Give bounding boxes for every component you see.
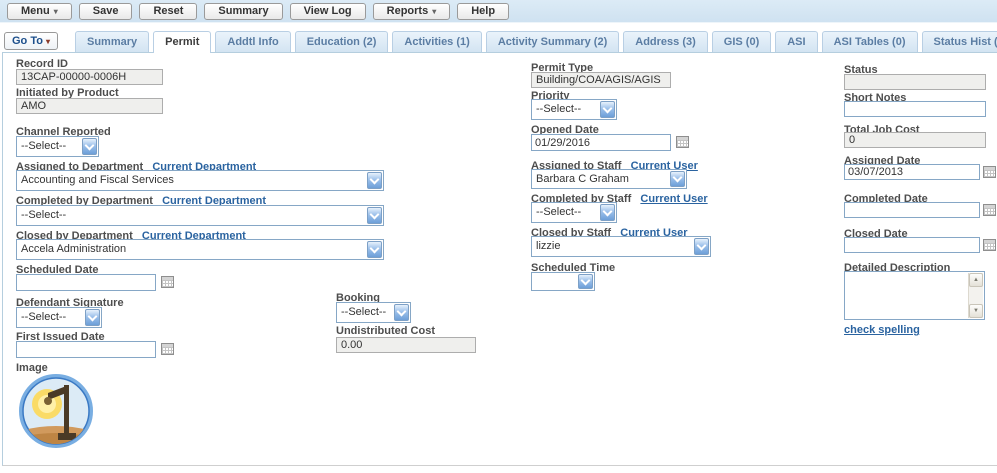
channel-reported-select[interactable]: --Select-- (16, 136, 99, 157)
chevron-down-icon: ▾ (46, 37, 50, 46)
completed-by-department-select[interactable]: --Select-- (16, 205, 384, 226)
closed-by-staff-select[interactable]: lizzie (531, 236, 711, 257)
permit-form-page: Menu ▾ Save Reset Summary View Log Repor… (0, 0, 997, 473)
short-notes-input[interactable] (844, 101, 986, 117)
tab-education[interactable]: Education (2) (295, 31, 389, 52)
calendar-icon[interactable] (983, 239, 996, 251)
booking-select[interactable]: --Select-- (336, 302, 411, 323)
tab-strip: Summary Permit Addtl Info Education (2) … (75, 31, 997, 53)
reports-button[interactable]: Reports ▾ (373, 3, 451, 20)
chevron-down-icon (82, 138, 97, 155)
chevron-down-icon (394, 304, 409, 321)
chevron-down-icon (694, 238, 709, 255)
view-log-button[interactable]: View Log (290, 3, 366, 20)
reset-button-label: Reset (153, 5, 183, 17)
record-id-value: 13CAP-00000-0006H (16, 69, 163, 85)
chevron-down-icon (600, 101, 615, 118)
summary-button-label: Summary (218, 5, 268, 17)
reset-button[interactable]: Reset (139, 3, 197, 20)
scroll-up-button[interactable]: ▲ (969, 273, 983, 287)
chevron-down-icon (85, 309, 100, 326)
calendar-icon[interactable] (161, 276, 174, 288)
tab-status-hist[interactable]: Status Hist (4) (922, 31, 997, 52)
opened-date-input[interactable] (531, 134, 671, 151)
closed-by-department-select[interactable]: Accela Administration (16, 239, 384, 260)
tab-asi-tables[interactable]: ASI Tables (0) (822, 31, 918, 52)
permit-type-value: Building/COA/AGIS/AGIS (531, 72, 671, 88)
summary-button[interactable]: Summary (204, 3, 282, 20)
help-button-label: Help (471, 5, 495, 17)
tab-address[interactable]: Address (3) (623, 31, 708, 52)
chevron-down-icon (367, 241, 382, 258)
goto-button-label: Go To (12, 35, 43, 47)
tab-addtl-info[interactable]: Addtl Info (215, 31, 290, 52)
tab-gis[interactable]: GIS (0) (712, 31, 771, 52)
scroll-down-button[interactable]: ▼ (969, 304, 983, 318)
tab-summary[interactable]: Summary (75, 31, 149, 52)
menu-button[interactable]: Menu ▾ (7, 3, 72, 20)
tab-asi[interactable]: ASI (775, 31, 817, 52)
assigned-to-department-select[interactable]: Accounting and Fiscal Services (16, 170, 384, 191)
chevron-down-icon (670, 171, 685, 187)
tab-activities[interactable]: Activities (1) (392, 31, 481, 52)
reports-button-label: Reports (387, 5, 429, 17)
calendar-icon[interactable] (983, 204, 996, 216)
tab-activity-summary[interactable]: Activity Summary (2) (486, 31, 619, 52)
assigned-date-input[interactable] (844, 164, 980, 180)
total-job-cost-value: 0 (844, 132, 986, 148)
scheduled-time-select[interactable] (531, 272, 595, 291)
calendar-icon[interactable] (676, 136, 689, 148)
street-lamp-image-icon (18, 373, 94, 454)
current-user-link[interactable]: Current User (640, 193, 707, 205)
chevron-down-icon: ▾ (54, 7, 58, 16)
status-value (844, 74, 986, 90)
initiated-by-product-value: AMO (16, 98, 163, 114)
check-spelling-link[interactable]: check spelling (844, 324, 920, 336)
priority-select[interactable]: --Select-- (531, 99, 617, 120)
calendar-icon[interactable] (983, 166, 996, 178)
toolbar: Menu ▾ Save Reset Summary View Log Repor… (0, 0, 997, 23)
chevron-down-icon (600, 204, 615, 221)
help-button[interactable]: Help (457, 3, 509, 20)
save-button[interactable]: Save (79, 3, 133, 20)
chevron-down-icon (578, 274, 593, 289)
assigned-to-staff-select[interactable]: Barbara C Graham (531, 169, 687, 189)
undistributed-cost-label: Undistributed Cost (336, 325, 435, 337)
completed-date-input[interactable] (844, 202, 980, 218)
detailed-description-textarea[interactable]: ▲ ▼ (844, 271, 985, 320)
closed-date-input[interactable] (844, 237, 980, 253)
menu-button-label: Menu (21, 5, 50, 17)
first-issued-date-input[interactable] (16, 341, 156, 358)
scheduled-date-input[interactable] (16, 274, 156, 291)
chevron-down-icon: ▾ (432, 7, 436, 16)
undistributed-cost-value: 0.00 (336, 337, 476, 353)
scrollbar[interactable]: ▲ ▼ (968, 273, 983, 318)
chevron-down-icon (367, 172, 382, 189)
tab-permit[interactable]: Permit (153, 31, 211, 53)
completed-by-staff-select[interactable]: --Select-- (531, 202, 617, 223)
save-button-label: Save (93, 5, 119, 17)
tab-bar: Go To ▾ Summary Permit Addtl Info Educat… (0, 30, 997, 53)
view-log-button-label: View Log (304, 5, 352, 17)
defendant-signature-select[interactable]: --Select-- (16, 307, 102, 328)
chevron-down-icon (367, 207, 382, 224)
calendar-icon[interactable] (161, 343, 174, 355)
goto-button[interactable]: Go To ▾ (4, 32, 58, 50)
